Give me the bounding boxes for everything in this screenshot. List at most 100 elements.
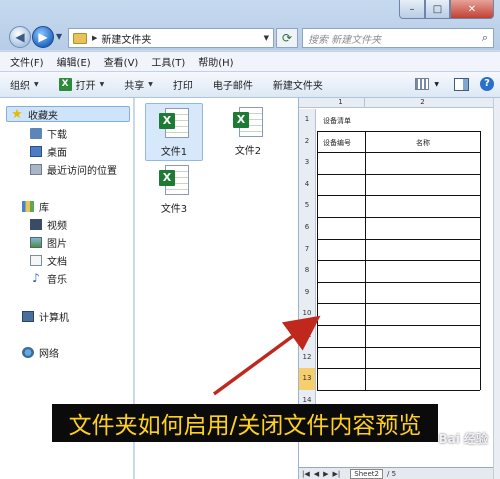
address-dropdown-icon[interactable]: ▼ (264, 34, 269, 42)
sidebar-item-network[interactable]: 网络 (22, 344, 59, 360)
video-icon (30, 218, 42, 230)
row-header: 6 (299, 217, 316, 239)
table-column-line (365, 130, 366, 390)
sheet-title-cell: 设备清单 (323, 117, 351, 125)
row-header: 4 (299, 173, 316, 196)
row-header: 3 (299, 152, 316, 174)
table-row-line (317, 346, 480, 348)
sidebar-item-label: 图片 (47, 238, 67, 250)
help-icon[interactable]: ? (480, 77, 494, 91)
prev-sheet-icon[interactable]: ◀ (314, 470, 319, 478)
watermark: Bai 经验 (438, 432, 488, 446)
sidebar-item-downloads[interactable]: 下载 (30, 125, 67, 141)
row-header: 5 (299, 195, 316, 217)
file-item[interactable]: X 文件2 (219, 103, 277, 161)
next-sheet-icon[interactable]: ▶ (323, 470, 328, 478)
picture-icon (30, 236, 42, 248)
header-cell-name: 名称 (416, 139, 430, 147)
file-item[interactable]: X 文件3 (145, 161, 203, 219)
title-bar: – □ ✕ ◀ ▶ ▼ ▶ 新建文件夹 ▼ ⟳ 搜索 新建文件夹 ⌕ (0, 0, 500, 50)
folder-icon (73, 32, 87, 44)
close-button[interactable]: ✕ (450, 0, 494, 19)
print-button[interactable]: 打印 (173, 77, 193, 92)
network-icon (22, 346, 34, 358)
sidebar-item-label: 网络 (39, 348, 59, 360)
sidebar-item-documents[interactable]: 文档 (30, 252, 67, 268)
table-row-line (317, 260, 480, 262)
row-header: 12 (299, 346, 316, 369)
table-column-line (480, 130, 481, 390)
sheet-tab-bar: |◀ ◀ ▶ ▶| Sheet2 / 5 (299, 467, 494, 479)
search-icon[interactable]: ⌕ (482, 31, 488, 45)
file-item[interactable]: X 文件1 (145, 103, 203, 161)
sidebar-item-music[interactable]: ♪ 音乐 (30, 270, 67, 286)
last-sheet-icon[interactable]: ▶| (333, 470, 341, 478)
column-header: 1 (317, 98, 365, 108)
menu-file[interactable]: 文件(F) (10, 54, 44, 69)
menu-bar: 文件(F) 编辑(E) 查看(V) 工具(T) 帮助(H) (0, 51, 500, 71)
sidebar-item-favorites[interactable]: ★ 收藏夹 (6, 106, 130, 122)
vertical-scrollbar[interactable] (493, 98, 500, 479)
row-header: 13 (299, 368, 316, 390)
minimize-button[interactable]: – (399, 0, 425, 19)
search-placeholder: 搜索 新建文件夹 (308, 34, 382, 46)
open-button[interactable]: X 打开 ▼ (58, 77, 105, 92)
forward-button[interactable]: ▶ (32, 26, 54, 48)
sidebar-item-computer[interactable]: 计算机 (22, 308, 69, 324)
address-bar[interactable]: ▶ 新建文件夹 ▼ (68, 28, 274, 48)
sidebar-item-label: 文档 (47, 256, 67, 268)
sidebar-item-pictures[interactable]: 图片 (30, 234, 67, 250)
table-row-line (317, 217, 480, 218)
row-header: 2 (299, 130, 316, 153)
menu-edit[interactable]: 编辑(E) (57, 54, 91, 69)
table-row-line (317, 325, 480, 326)
recent-places-icon (30, 163, 42, 175)
chevron-down-icon: ▼ (99, 81, 105, 88)
recent-pages-dropdown[interactable]: ▼ (56, 32, 62, 41)
sheet-tab[interactable]: Sheet2 (350, 468, 383, 479)
organize-button[interactable]: 组织 ▼ (10, 77, 39, 92)
address-path[interactable]: 新建文件夹 (101, 31, 151, 46)
excel-file-icon: X (159, 108, 189, 140)
sidebar-item-libraries[interactable]: 库 (22, 198, 49, 214)
share-label: 共享 (124, 81, 145, 92)
chevron-down-icon[interactable]: ▼ (434, 81, 439, 88)
row-header: 11 (299, 325, 316, 347)
menu-tools[interactable]: 工具(T) (151, 54, 185, 69)
sidebar-item-desktop[interactable]: 桌面 (30, 143, 67, 159)
refresh-button[interactable]: ⟳ (276, 28, 298, 48)
search-input[interactable]: 搜索 新建文件夹 ⌕ (302, 28, 494, 48)
menu-view[interactable]: 查看(V) (104, 54, 139, 69)
forward-arrow-icon: ▶ (38, 30, 48, 44)
first-sheet-icon[interactable]: |◀ (302, 470, 310, 478)
row-header: 7 (299, 238, 316, 261)
new-folder-button[interactable]: 新建文件夹 (273, 77, 323, 92)
preview-pane-toggle-icon[interactable] (454, 77, 469, 91)
share-button[interactable]: 共享 ▼ (124, 77, 153, 92)
back-button[interactable]: ◀ (9, 26, 31, 48)
excel-file-icon: X (159, 165, 189, 197)
row-header: 9 (299, 281, 316, 304)
excel-icon: X (58, 78, 72, 91)
maximize-button[interactable]: □ (425, 0, 450, 19)
row-header: 10 (299, 303, 316, 325)
sidebar-item-recent[interactable]: 最近访问的位置 (30, 161, 117, 177)
email-button[interactable]: 电子邮件 (213, 77, 253, 92)
change-view-icon[interactable] (415, 78, 430, 90)
table-row-line (317, 368, 480, 370)
sidebar-item-label: 桌面 (47, 147, 67, 159)
breadcrumb-separator-icon[interactable]: ▶ (92, 34, 97, 42)
music-icon: ♪ (32, 271, 40, 285)
table-row-line (317, 173, 480, 175)
column-header: 2 (365, 98, 480, 108)
open-label: 打开 (75, 81, 96, 92)
table-row-line (317, 303, 480, 305)
sidebar-item-videos[interactable]: 视频 (30, 216, 67, 232)
menu-help[interactable]: 帮助(H) (198, 54, 233, 69)
excel-file-icon: X (233, 107, 263, 139)
library-icon (22, 200, 34, 212)
organize-label: 组织 (10, 81, 30, 92)
table-row-line (317, 152, 480, 154)
table-row-line (317, 238, 480, 240)
window-controls: – □ ✕ (399, 0, 494, 20)
